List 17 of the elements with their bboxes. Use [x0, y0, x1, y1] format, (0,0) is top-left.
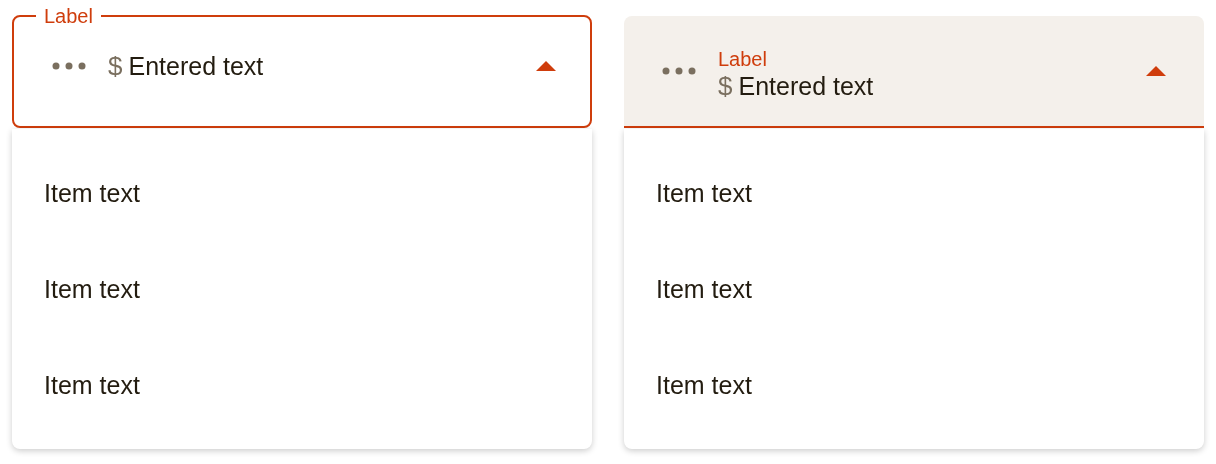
currency-prefix: $	[718, 70, 733, 102]
menu-item[interactable]: Item text	[624, 241, 1204, 337]
field-label: Label	[43, 4, 94, 28]
menu-item[interactable]: Item text	[12, 241, 592, 337]
menu-item[interactable]: Item text	[12, 145, 592, 241]
field-value: Entered text	[128, 51, 264, 81]
currency-prefix: $	[108, 50, 123, 82]
caret-icon[interactable]	[536, 61, 556, 71]
more-icon[interactable]	[662, 67, 696, 75]
menu-item[interactable]: Item text	[624, 145, 1204, 241]
more-icon[interactable]	[52, 62, 86, 70]
field-label: Label	[718, 46, 768, 71]
menu-item[interactable]: Item text	[12, 337, 592, 433]
menu-item[interactable]: Item text	[624, 337, 1204, 433]
caret-icon[interactable]	[1146, 66, 1166, 76]
select-field[interactable]: Label $ Entered text	[624, 16, 1204, 128]
field-value: Entered text	[738, 71, 874, 101]
